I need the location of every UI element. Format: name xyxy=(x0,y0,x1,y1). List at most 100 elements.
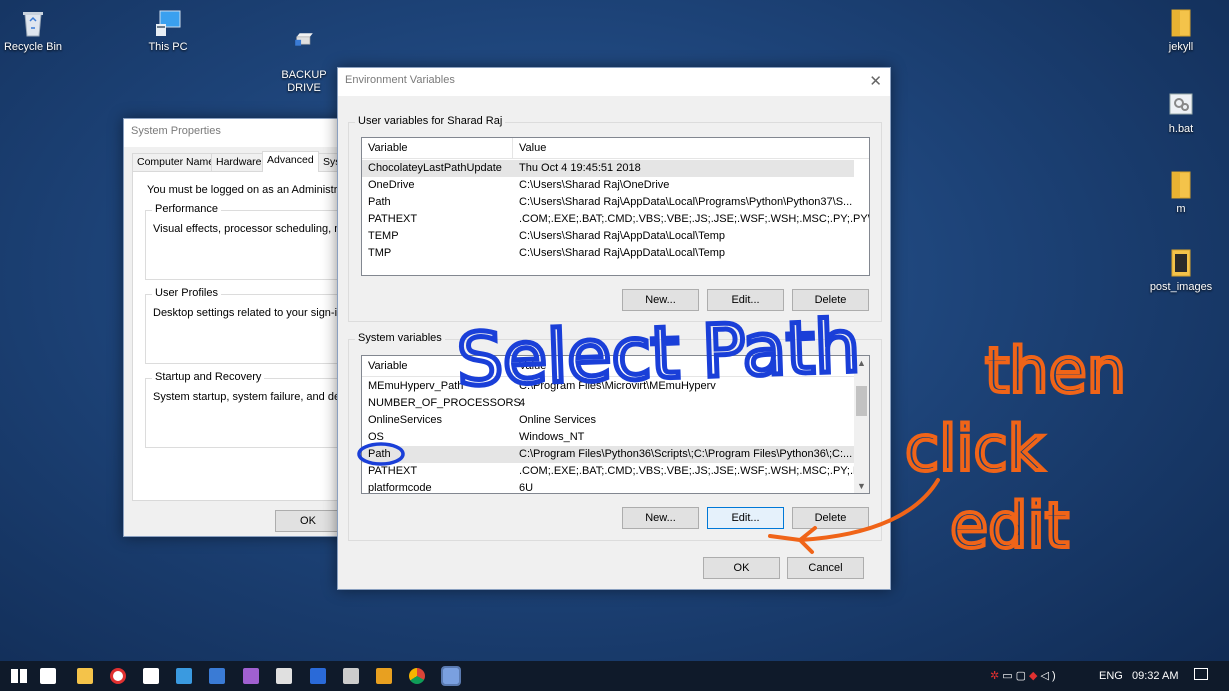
folder-icon[interactable] xyxy=(276,668,292,684)
powershell-icon[interactable] xyxy=(310,668,326,684)
table-row[interactable]: PATHEXT .COM;.EXE;.BAT;.CMD;.VBS;.VBE;.JS… xyxy=(362,463,869,480)
system-edit-button[interactable]: Edit... xyxy=(707,507,784,529)
user-delete-button[interactable]: Delete xyxy=(792,289,869,311)
recycle-bin-icon xyxy=(23,12,43,37)
task-view-icon[interactable] xyxy=(40,668,56,684)
system-properties-window: System Properties Computer Name Hardware… xyxy=(123,118,369,537)
cancel-button[interactable]: Cancel xyxy=(787,557,864,579)
variable-value-cell: C:\Program Files\Microvirt\MEmuHyperv xyxy=(519,380,716,392)
folder-icon xyxy=(1171,171,1191,199)
tab-computer-name[interactable]: Computer Name xyxy=(132,153,220,171)
variable-name-cell: ChocolateyLastPathUpdate xyxy=(368,162,502,174)
variable-name-cell: MEmuHyperv_Path xyxy=(368,380,464,392)
system-variables-list[interactable]: Variable Value MEmuHyperv_Path C:\Program… xyxy=(361,355,870,494)
desktop-icon-post-images[interactable]: post_images xyxy=(1141,248,1221,294)
paint-icon[interactable] xyxy=(176,668,192,684)
shield-icon[interactable]: ◆ xyxy=(1029,670,1040,682)
variable-name-cell: OS xyxy=(368,431,384,443)
variable-value-cell: .COM;.EXE;.BAT;.CMD;.VBS;.VBE;.JS;.JSE;.… xyxy=(519,213,870,225)
start-icon[interactable] xyxy=(11,669,27,683)
volume-icon[interactable]: ◁) xyxy=(1041,670,1059,682)
variable-value-cell: Windows_NT xyxy=(519,431,585,443)
network-icon[interactable]: ✲ xyxy=(990,670,1002,682)
scrollbar-thumb[interactable] xyxy=(856,386,867,416)
tab-hardware[interactable]: Hardware xyxy=(211,153,267,171)
system-properties-icon[interactable] xyxy=(441,666,461,686)
annotation-then: then xyxy=(985,334,1126,407)
variable-value-cell: 6U xyxy=(519,482,534,494)
variable-value-cell: .COM;.EXE;.BAT;.CMD;.VBS;.VBE;.JS;.JSE;.… xyxy=(519,465,870,477)
user-new-button[interactable]: New... xyxy=(622,289,699,311)
folder-icon xyxy=(1171,249,1191,277)
scrollbar[interactable]: ▲ ▼ xyxy=(854,356,869,493)
table-row[interactable]: OneDrive C:\Users\Sharad Raj\OneDrive xyxy=(362,177,854,194)
user-edit-button[interactable]: Edit... xyxy=(707,289,784,311)
table-row[interactable]: PATHEXT .COM;.EXE;.BAT;.CMD;.VBS;.VBE;.JS… xyxy=(362,211,869,228)
column-header-variable[interactable]: Variable xyxy=(368,360,408,372)
variable-name-cell: TMP xyxy=(368,247,392,259)
variable-name-cell: platformcode xyxy=(368,482,432,494)
notifications-icon[interactable] xyxy=(1194,668,1208,680)
environment-variables-window: Environment Variables ✕ User variables f… xyxy=(337,67,891,590)
app-icon[interactable] xyxy=(143,668,159,684)
taskbar: ✲▭▢◆◁) ENG 09:32 AM xyxy=(0,661,1229,691)
group-label: Performance xyxy=(152,203,221,215)
system-delete-button[interactable]: Delete xyxy=(792,507,869,529)
column-header-value[interactable]: Value xyxy=(519,360,546,372)
tab-advanced[interactable]: Advanced xyxy=(262,151,319,172)
annotation-click: click xyxy=(905,412,1044,485)
chevron-down-icon[interactable]: ▼ xyxy=(857,481,866,491)
battery-icon[interactable]: ▭ xyxy=(1002,670,1015,682)
variable-value-cell: C:\Users\Sharad Raj\AppData\Local\Temp xyxy=(519,230,726,242)
scroll-up-icon[interactable]: ▲ xyxy=(857,358,866,368)
record-icon[interactable] xyxy=(110,668,126,684)
admin-note: You must be logged on as an Administrato… xyxy=(147,184,369,196)
table-row[interactable]: OnlineServices Online Services xyxy=(362,412,854,429)
file-explorer-icon[interactable] xyxy=(77,668,93,684)
desktop-icon-m[interactable]: m xyxy=(1141,170,1221,216)
ok-button[interactable]: OK xyxy=(703,557,780,579)
column-header-variable[interactable]: Variable xyxy=(368,142,408,154)
language-indicator[interactable]: ENG xyxy=(1099,670,1123,682)
desktop-icon-jekyll[interactable]: jekyll xyxy=(1141,8,1221,54)
variable-name-cell: PATHEXT xyxy=(368,465,418,477)
batch-file-icon xyxy=(1169,93,1193,115)
user-variables-list[interactable]: Variable Value ChocolateyLastPathUpdate T… xyxy=(361,137,870,276)
annotation-edit: edit xyxy=(950,489,1069,562)
table-row[interactable]: Path C:\Users\Sharad Raj\AppData\Local\Pr… xyxy=(362,194,854,211)
table-row[interactable]: MEmuHyperv_Path C:\Program Files\Microvir… xyxy=(362,378,854,395)
column-header-value[interactable]: Value xyxy=(519,142,546,154)
group-description: Desktop settings related to your sign-in xyxy=(153,307,344,319)
close-icon[interactable]: ✕ xyxy=(869,72,882,90)
table-row[interactable]: ChocolateyLastPathUpdate Thu Oct 4 19:45:… xyxy=(362,160,854,177)
variable-name-cell: NUMBER_OF_PROCESSORS xyxy=(368,397,521,409)
table-row[interactable]: TEMP C:\Users\Sharad Raj\AppData\Local\Te… xyxy=(362,228,854,245)
chrome-icon[interactable] xyxy=(409,668,425,684)
table-row[interactable]: TMP C:\Users\Sharad Raj\AppData\Local\Tem… xyxy=(362,245,854,262)
table-row[interactable]: Path C:\Program Files\Python36\Scripts\;C… xyxy=(362,446,854,463)
cmd-icon[interactable] xyxy=(343,668,359,684)
desktop-icon-backup-drive[interactable]: BACKUP DRIVE xyxy=(264,18,344,95)
user-profiles-group: User Profiles Desktop settings related t… xyxy=(145,287,365,364)
desktop-icon-this-pc[interactable]: This PC xyxy=(128,8,208,54)
window-titlebar: Environment Variables ✕ xyxy=(338,68,890,96)
photos-icon[interactable] xyxy=(209,668,225,684)
table-row[interactable]: NUMBER_OF_PROCESSORS 4 xyxy=(362,395,854,412)
table-row[interactable]: platformcode 6U xyxy=(362,480,854,494)
system-new-button[interactable]: New... xyxy=(622,507,699,529)
variable-value-cell: C:\Users\Sharad Raj\OneDrive xyxy=(519,179,670,191)
clock[interactable]: 09:32 AM xyxy=(1132,670,1178,682)
tray-icons: ✲▭▢◆◁) xyxy=(990,669,1059,682)
folder-icon xyxy=(1171,9,1191,37)
git-icon[interactable] xyxy=(376,668,392,684)
app-icon[interactable] xyxy=(243,668,259,684)
desktop-icon-recycle-bin[interactable]: Recycle Bin xyxy=(0,8,73,54)
desktop-icon-label: jekyll xyxy=(1168,41,1194,53)
ok-button[interactable]: OK xyxy=(275,510,341,532)
variable-name-cell: PATHEXT xyxy=(368,213,418,225)
monitor-icon[interactable]: ▢ xyxy=(1016,670,1029,682)
table-row[interactable]: OS Windows_NT xyxy=(362,429,854,446)
variable-name-cell: Path xyxy=(368,448,391,460)
desktop-icon-h-bat[interactable]: h.bat xyxy=(1141,90,1221,136)
window-title: Environment Variables xyxy=(345,74,455,86)
